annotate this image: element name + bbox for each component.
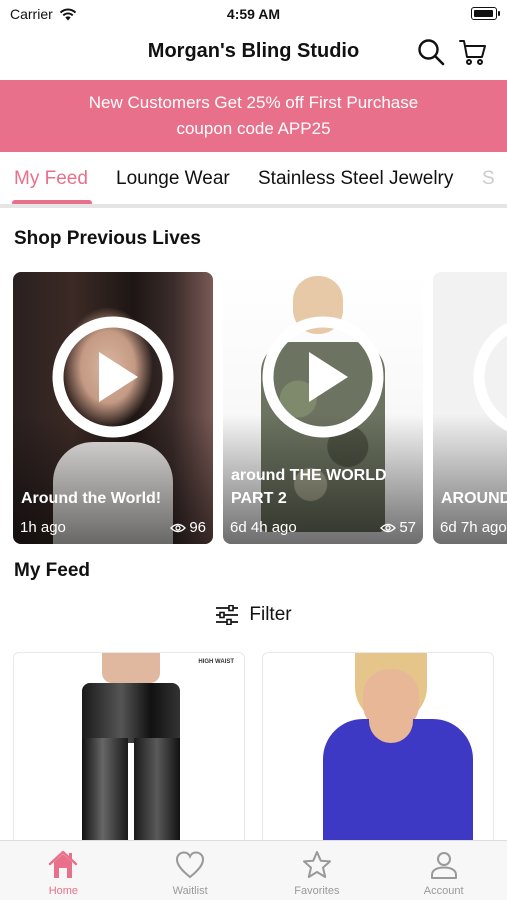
live-card[interactable]: around THE WORLD PART 2 6d 4h ago 57 (223, 272, 423, 544)
sliders-icon (216, 605, 239, 625)
product-card[interactable] (262, 652, 494, 842)
star-icon (302, 851, 331, 878)
promo-line-2: coupon code APP25 (176, 119, 331, 138)
tab-my-feed[interactable]: My Feed (14, 168, 88, 190)
product-image (72, 653, 190, 842)
tab-stainless-steel-jewelry[interactable]: Stainless Steel Jewelry (258, 168, 453, 190)
status-time: 4:59 AM (226, 6, 281, 22)
live-views: 57 (380, 519, 416, 536)
battery-icon (471, 7, 500, 20)
nav-home-label: Home (48, 885, 79, 897)
home-icon (49, 850, 78, 878)
filter-label: Filter (249, 604, 292, 625)
live-time: 6d 4h ago (230, 519, 297, 536)
promo-line-1: New Customers Get 25% off First Purchase (88, 93, 419, 112)
header-actions (417, 38, 487, 66)
promo-banner[interactable]: New Customers Get 25% off First Purchase… (0, 80, 507, 152)
app-header: Morgan's Bling Studio (0, 30, 507, 76)
previous-lives-carousel: Around the World! 1h ago 96 around THE W… (0, 272, 507, 544)
search-icon[interactable] (417, 38, 445, 66)
tab-lounge-wear[interactable]: Lounge Wear (116, 168, 230, 190)
nav-waitlist-label: Waitlist (172, 885, 208, 897)
eye-icon (380, 523, 397, 532)
live-views-count: 96 (189, 519, 206, 536)
tab-next-partial[interactable]: S (482, 168, 495, 190)
status-right (471, 7, 500, 20)
nav-account[interactable]: Account (380, 841, 507, 900)
live-card[interactable]: AROUND THE WORLD 6d 7h ago (433, 272, 507, 544)
bottom-tab-bar: Home Waitlist Favorites Account (0, 840, 507, 900)
live-title: Around the World! (21, 490, 162, 507)
play-icon[interactable] (473, 316, 507, 438)
nav-favorites[interactable]: Favorites (254, 841, 381, 900)
product-grid: HIGH WAIST (0, 652, 507, 842)
product-badge: HIGH WAIST (198, 659, 234, 665)
cart-icon[interactable] (459, 38, 487, 66)
nav-account-label: Account (423, 885, 464, 897)
active-tab-indicator (12, 200, 92, 204)
live-views-count: 57 (399, 519, 416, 536)
nav-home[interactable]: Home (0, 841, 127, 900)
play-icon[interactable] (262, 316, 384, 438)
product-card[interactable]: HIGH WAIST (13, 652, 245, 842)
feed-section-title: My Feed (14, 560, 91, 581)
live-title: AROUND THE WORLD (441, 490, 507, 507)
eye-icon (170, 523, 187, 532)
category-tabs: My Feed Lounge Wear Stainless Steel Jewe… (0, 152, 507, 208)
play-icon[interactable] (52, 316, 174, 438)
live-time: 6d 7h ago (440, 519, 507, 536)
heart-icon (176, 851, 205, 879)
status-bar: Carrier 4:59 AM (0, 0, 507, 28)
live-title: around THE WORLD PART 2 (231, 467, 387, 507)
product-image (263, 653, 493, 842)
person-icon (430, 852, 457, 879)
filter-row: Filter (0, 604, 507, 634)
nav-favorites-label: Favorites (294, 885, 340, 897)
live-views: 96 (170, 519, 206, 536)
live-card[interactable]: Around the World! 1h ago 96 (13, 272, 213, 544)
live-time: 1h ago (20, 519, 66, 536)
nav-waitlist[interactable]: Waitlist (127, 841, 254, 900)
filter-button[interactable]: Filter (215, 604, 292, 626)
lives-section-title: Shop Previous Lives (14, 228, 201, 249)
